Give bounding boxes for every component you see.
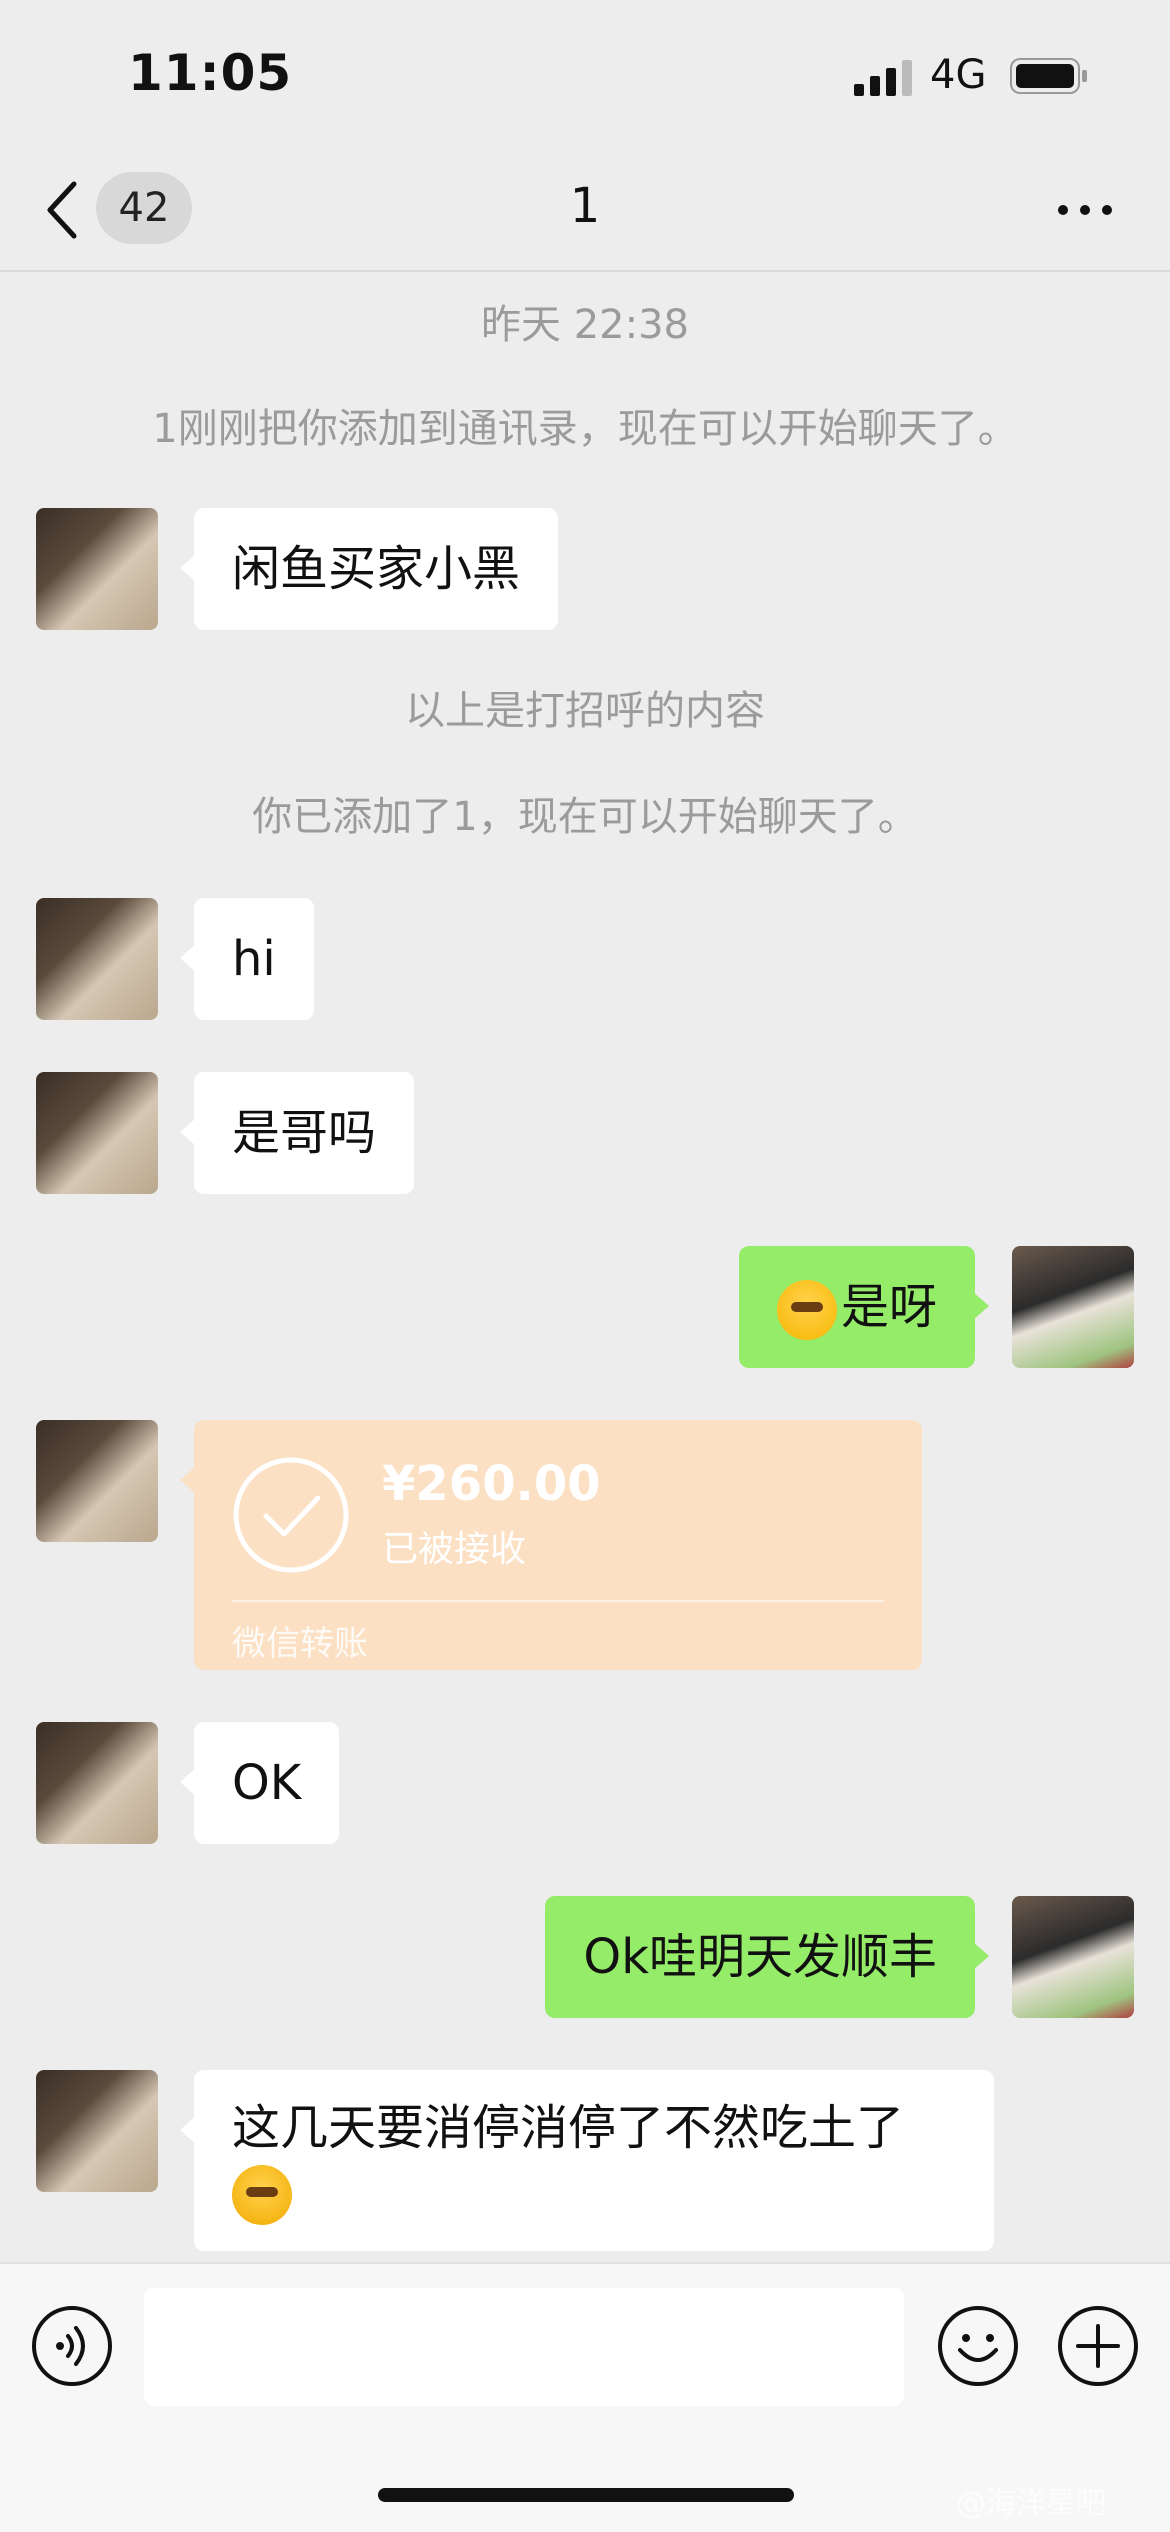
more-icon[interactable] xyxy=(1055,190,1115,230)
system-notice-added: 1刚刚把你添加到通讯录，现在可以开始聊天了。 xyxy=(152,406,1018,452)
my-avatar[interactable] xyxy=(1012,1896,1134,2018)
plus-icon[interactable] xyxy=(1056,2304,1140,2388)
message-text: 是呀 xyxy=(840,1279,937,1335)
message-bubble-incoming[interactable]: hi xyxy=(180,898,314,1020)
check-circle-icon xyxy=(233,1457,349,1573)
transfer-status: 已被接收 xyxy=(382,1529,527,1570)
battery-icon xyxy=(1010,58,1087,94)
emoji-icon[interactable] xyxy=(936,2304,1020,2388)
message-bubble-incoming[interactable]: OK xyxy=(179,1722,340,1844)
network-type: 4G xyxy=(930,52,987,98)
signal-icon xyxy=(854,60,912,96)
drooling-face-emoji xyxy=(776,1280,837,1340)
contact-avatar[interactable] xyxy=(36,1072,158,1194)
message-input[interactable] xyxy=(144,2288,904,2406)
nav-bar: 42 1 xyxy=(0,150,1170,272)
timestamp: 昨天 22:38 xyxy=(481,302,689,348)
contact-avatar[interactable] xyxy=(36,898,158,1020)
transfer-amount: ¥260.00 xyxy=(382,1456,601,1512)
my-avatar[interactable] xyxy=(1012,1246,1134,1368)
message-bubble-outgoing[interactable]: 是呀 xyxy=(738,1246,990,1368)
contact-avatar[interactable] xyxy=(36,508,158,630)
transfer-card[interactable]: ¥260.00 已被接收 微信转账 xyxy=(180,1420,922,1670)
divider xyxy=(232,1600,884,1602)
home-indicator[interactable] xyxy=(378,2488,794,2502)
watermark: @海洋星吧 xyxy=(956,2486,1106,2521)
contact-avatar[interactable] xyxy=(36,1420,158,1542)
voice-icon[interactable] xyxy=(30,2304,114,2388)
status-time: 11:05 xyxy=(128,44,293,102)
message-text: 这几天要消停消停了不然吃土了 xyxy=(232,2100,905,2156)
message-bubble-incoming[interactable]: 这几天要消停消停了不然吃土了 xyxy=(180,2070,994,2251)
message-bubble-incoming[interactable]: 是哥吗 xyxy=(179,1072,415,1194)
transfer-label: 微信转账 xyxy=(232,1624,368,1664)
status-bar: 11:05 4G xyxy=(0,0,1170,150)
system-notice-greeting: 以上是打招呼的内容 xyxy=(405,688,765,734)
contact-avatar[interactable] xyxy=(36,2070,158,2192)
message-bubble-outgoing[interactable]: Ok哇明天发顺丰 xyxy=(545,1896,989,2018)
contact-avatar[interactable] xyxy=(36,1722,158,1844)
system-notice-you-added: 你已添加了1，现在可以开始聊天了。 xyxy=(252,794,918,840)
crying-face-emoji xyxy=(232,2165,292,2225)
chat-title: 1 xyxy=(569,178,601,234)
message-bubble-incoming[interactable]: 闲鱼买家小黑 xyxy=(179,508,559,630)
